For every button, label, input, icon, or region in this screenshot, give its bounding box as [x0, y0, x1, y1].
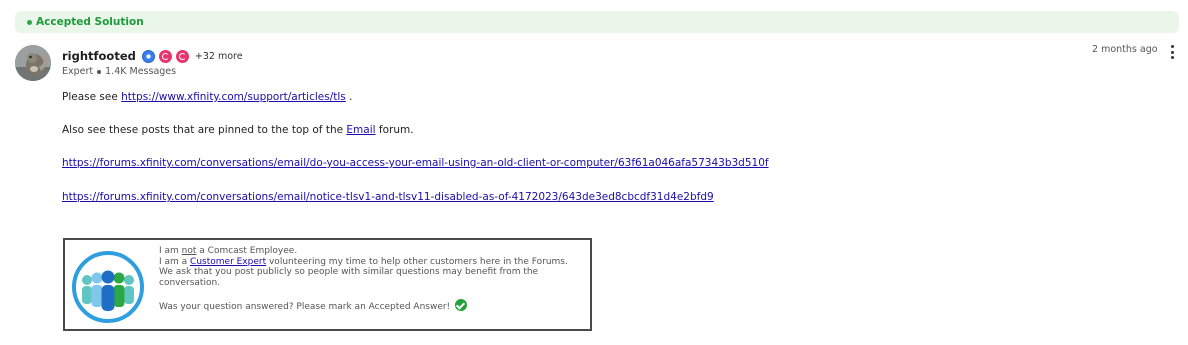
author-messages: 1.4K Messages — [105, 66, 177, 77]
signature-line-4: Was your question answered? Please mark … — [159, 298, 589, 313]
sig-l2-a: I am a — [159, 256, 191, 267]
post-timestamp: 2 months ago — [1092, 44, 1158, 55]
more-options-icon[interactable] — [1169, 45, 1175, 59]
p2-prefix: Also see these posts that are pinned to … — [62, 124, 347, 136]
signature-text: I am not a Comcast Employee. I am a Cust… — [159, 246, 589, 312]
pinned-post-link-1[interactable]: https://forums.xfinity.com/conversations… — [62, 157, 769, 169]
author-name[interactable]: rightfooted — [62, 49, 136, 63]
sig-l1-a: I am — [159, 246, 182, 256]
email-forum-link[interactable]: Email — [346, 124, 375, 136]
check-circle-icon — [455, 298, 468, 311]
post-paragraph-1: Please see https://www.xfinity.com/suppo… — [62, 91, 352, 103]
avatar[interactable] — [15, 45, 51, 81]
p1-prefix: Please see — [62, 91, 122, 103]
community-people-logo-icon — [72, 251, 144, 323]
sig-l1-b: a Comcast Employee. — [196, 246, 298, 256]
signature-box: I am not a Comcast Employee. I am a Cust… — [63, 238, 592, 331]
author-line: rightfooted +32 more — [62, 48, 243, 64]
sig-l2-b: volunteering my time to help other custo… — [266, 256, 568, 267]
signature-line-1: I am not a Comcast Employee. — [159, 246, 589, 257]
p2-suffix: forum. — [375, 124, 414, 136]
author-meta: Expert 1.4K Messages — [62, 66, 176, 77]
accepted-label: Accepted Solution — [36, 16, 144, 28]
signature-line-3: We ask that you post publicly so people … — [159, 267, 539, 288]
post-paragraph-3: https://forums.xfinity.com/conversations… — [62, 157, 769, 169]
tls-article-link[interactable]: https://www.xfinity.com/support/articles… — [121, 91, 346, 103]
author-rank: Expert — [62, 66, 94, 77]
rank-badge-icon[interactable] — [158, 49, 172, 63]
pinned-post-link-2[interactable]: https://forums.xfinity.com/conversations… — [62, 191, 714, 203]
more-badges-link[interactable]: +32 more — [195, 51, 243, 62]
avatar-squirrel-image — [15, 45, 51, 81]
p1-suffix: . — [345, 91, 353, 103]
signature-line-2: I am a Customer Expert volunteering my t… — [159, 257, 589, 268]
accepted-solution-banner: Accepted Solution — [15, 11, 1179, 33]
rank-badge-icon-2[interactable] — [175, 49, 189, 63]
post-paragraph-2: Also see these posts that are pinned to … — [62, 124, 414, 136]
sig-not: not — [181, 246, 197, 256]
expert-badge-icon[interactable] — [141, 49, 155, 63]
customer-expert-link[interactable]: Customer Expert — [190, 257, 266, 267]
post-paragraph-4: https://forums.xfinity.com/conversations… — [62, 191, 714, 203]
meta-separator-icon — [97, 69, 102, 74]
sig-l4: Was your question answered? Please mark … — [159, 301, 451, 312]
accepted-dot-icon — [27, 19, 32, 25]
signature-spacer — [159, 288, 589, 299]
